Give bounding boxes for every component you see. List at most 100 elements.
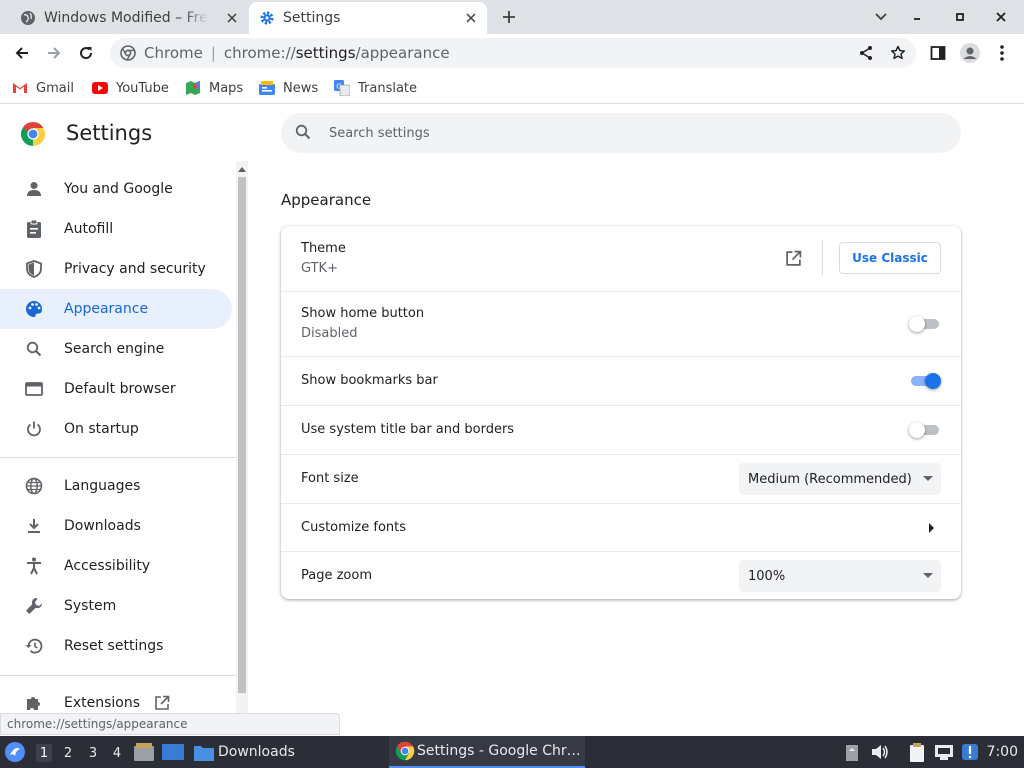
sidebar-item-you-and-google[interactable]: You and Google — [0, 169, 232, 209]
maximize-icon[interactable] — [950, 7, 970, 27]
sidebar-item-languages[interactable]: Languages — [0, 466, 232, 506]
search-input[interactable] — [327, 124, 887, 142]
chrome-logo-icon — [395, 741, 415, 761]
side-panel-icon[interactable] — [926, 41, 950, 65]
person-icon — [24, 179, 44, 199]
volume-icon[interactable] — [870, 742, 890, 762]
share-icon[interactable] — [854, 41, 878, 65]
search-box[interactable] — [281, 113, 961, 153]
translate-icon: G — [334, 80, 350, 96]
shield-icon — [24, 259, 44, 279]
kebab-menu-icon[interactable] — [990, 41, 1014, 65]
bookmark-label: Maps — [209, 80, 244, 96]
bookmark-youtube[interactable]: YouTube — [92, 78, 169, 98]
sidebar-item-autofill[interactable]: Autofill — [0, 209, 232, 249]
workspace-3[interactable]: 3 — [85, 744, 101, 762]
customize-fonts-row[interactable]: Customize fonts — [281, 503, 961, 551]
page-zoom-label: Page zoom — [301, 568, 372, 583]
trash-icon[interactable] — [842, 742, 862, 762]
svg-text:G: G — [336, 83, 341, 91]
puzzle-icon — [24, 693, 44, 713]
workspace-4[interactable]: 4 — [109, 744, 125, 762]
task-downloads[interactable]: Downloads — [194, 736, 295, 768]
minimize-icon[interactable] — [907, 7, 927, 27]
bookmark-label: Translate — [358, 80, 418, 96]
bookmarks-bar-toggle[interactable] — [909, 372, 941, 390]
system-title-bar-toggle[interactable] — [909, 421, 941, 439]
customize-fonts-label: Customize fonts — [301, 520, 407, 535]
network-icon[interactable] — [934, 742, 954, 762]
bookmarks-bar: Gmail YouTube Maps News G Translate — [0, 72, 1024, 104]
page-zoom-select[interactable]: 100% — [739, 560, 941, 592]
bookmarks-bar-row[interactable]: Show bookmarks bar — [281, 356, 961, 405]
tab-settings[interactable]: Settings — [249, 2, 487, 34]
dropdown-caret-icon — [923, 573, 933, 578]
new-tab-button[interactable] — [498, 6, 520, 28]
system-title-bar-row[interactable]: Use system title bar and borders — [281, 405, 961, 454]
font-size-select[interactable]: Medium (Recommended) — [739, 463, 941, 495]
appearance-card: Theme GTK+ Use Classic Show home button … — [281, 226, 961, 599]
bookmark-maps[interactable]: Maps — [185, 78, 243, 98]
use-classic-button[interactable]: Use Classic — [839, 242, 941, 274]
scroll-up-arrow-icon[interactable] — [237, 164, 247, 174]
sidebar-item-default-browser[interactable]: Default browser — [0, 369, 232, 409]
forward-arrow-icon[interactable] — [42, 41, 66, 65]
close-window-icon[interactable] — [991, 7, 1011, 27]
start-menu-icon[interactable] — [4, 736, 26, 768]
open-in-new-icon[interactable] — [783, 248, 803, 268]
sidebar-item-label: System — [64, 598, 117, 614]
sidebar-item-appearance[interactable]: Appearance — [0, 289, 232, 329]
address-chip: Chrome — [144, 44, 203, 62]
globe-icon — [24, 476, 44, 496]
sidebar-item-label: Appearance — [64, 301, 149, 317]
file-manager-launcher-icon[interactable] — [134, 736, 154, 768]
chrome-logo-icon — [20, 121, 46, 147]
address-bar[interactable]: Chrome | chrome://settings/appearance — [110, 38, 916, 68]
sidebar-item-label: Autofill — [64, 221, 114, 237]
power-icon — [24, 419, 44, 439]
sidebar-item-on-startup[interactable]: On startup — [0, 409, 232, 449]
tab-windows-modified[interactable]: Windows Modified – Free D — [8, 2, 248, 34]
download-icon — [24, 516, 44, 536]
sidebar-item-label: On startup — [64, 421, 139, 437]
home-button-toggle[interactable] — [909, 315, 941, 333]
sidebar-item-system[interactable]: System — [0, 586, 232, 626]
workspace-1[interactable]: 1 — [36, 744, 52, 762]
sidebar-item-accessibility[interactable]: Accessibility — [0, 546, 232, 586]
url-scheme: chrome:// — [223, 44, 296, 62]
sidebar-item-search-engine[interactable]: Search engine — [0, 329, 232, 369]
bookmark-star-icon[interactable] — [886, 41, 910, 65]
workspace-2[interactable]: 2 — [60, 744, 76, 762]
clipboard-tray-icon[interactable] — [907, 742, 927, 762]
accessibility-icon — [24, 556, 44, 576]
task-chrome-settings[interactable]: Settings - Google Chr… — [389, 736, 585, 768]
desktop-launcher-icon[interactable] — [162, 736, 184, 768]
tab-title: Settings — [283, 10, 341, 26]
home-button-label: Show home button — [301, 306, 425, 321]
search-icon — [24, 339, 44, 359]
update-notification-icon[interactable] — [960, 742, 980, 762]
maps-icon — [185, 80, 201, 96]
font-size-value: Medium (Recommended) — [748, 471, 912, 487]
close-icon[interactable] — [224, 10, 240, 26]
font-size-row: Font size Medium (Recommended) — [281, 454, 961, 503]
tab-search-chevron-icon[interactable] — [871, 7, 891, 27]
scrollbar-thumb[interactable] — [238, 177, 246, 693]
sidebar-item-privacy-and-security[interactable]: Privacy and security — [0, 249, 232, 289]
bookmark-gmail[interactable]: Gmail — [12, 78, 74, 98]
back-arrow-icon[interactable] — [10, 41, 34, 65]
sidebar-item-reset-settings[interactable]: Reset settings — [0, 626, 232, 666]
reload-icon[interactable] — [74, 41, 98, 65]
bookmarks-bar-label: Show bookmarks bar — [301, 373, 438, 388]
task-label: Settings - Google Chr… — [417, 743, 581, 759]
bookmark-translate[interactable]: G Translate — [334, 78, 417, 98]
row-divider — [822, 240, 823, 276]
profile-avatar-icon[interactable] — [958, 41, 982, 65]
bookmark-news[interactable]: News — [259, 78, 318, 98]
theme-row: Theme GTK+ Use Classic — [281, 226, 961, 291]
sidebar-item-downloads[interactable]: Downloads — [0, 506, 232, 546]
close-icon[interactable] — [463, 10, 479, 26]
browser-window-icon — [24, 379, 44, 399]
page-zoom-row: Page zoom 100% — [281, 551, 961, 599]
home-button-row[interactable]: Show home button Disabled — [281, 291, 961, 356]
